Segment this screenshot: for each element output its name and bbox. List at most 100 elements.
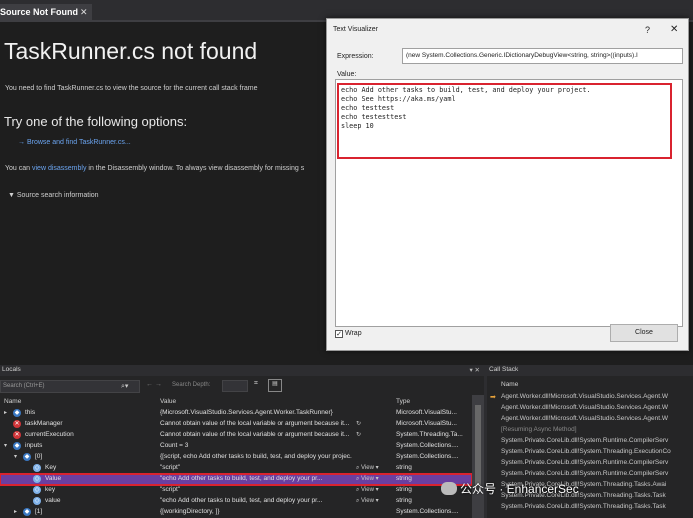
call-stack-frame[interactable]: System.Private.CoreLib.dll!System.Runtim… bbox=[487, 458, 693, 469]
disassembly-suffix: in the Disassembly window. To always vie… bbox=[86, 165, 305, 172]
browse-find-link[interactable]: → Browse and find TaskRunner.cs... bbox=[18, 139, 131, 146]
error-icon: ✕ bbox=[13, 420, 21, 428]
close-tab-icon[interactable]: ✕ bbox=[80, 7, 88, 18]
help-icon[interactable]: ? bbox=[645, 25, 650, 35]
column-value[interactable]: Value bbox=[160, 398, 176, 405]
table-row[interactable]: ◇ Key "script" ⌕ View ▾ string bbox=[0, 463, 472, 474]
locals-row-selected[interactable]: ◇ Value "echo Add other tasks to build, te… bbox=[0, 473, 473, 486]
cell-type: System.Threading.Ta... bbox=[396, 431, 463, 438]
search-icon[interactable]: ⌕▾ bbox=[121, 382, 128, 391]
frame-label: System.Private.CoreLib.dll!System.Runtim… bbox=[501, 470, 669, 477]
frame-label: Agent.Worker.dll!Microsoft.VisualStudio.… bbox=[501, 404, 669, 411]
table-row[interactable]: ◇ key "script" ⌕ View ▾ string bbox=[0, 485, 472, 496]
call-stack-frame[interactable]: Agent.Worker.dll!Microsoft.VisualStudio.… bbox=[487, 403, 693, 414]
wrap-label: Wrap bbox=[345, 330, 362, 337]
view-visualizer-button[interactable]: ⌕ View ▾ bbox=[356, 464, 379, 472]
call-stack-frame[interactable]: System.Private.CoreLib.dll!System.Runtim… bbox=[487, 469, 693, 480]
variable-icon: ◆ bbox=[13, 442, 21, 450]
cell-value[interactable]: "script" bbox=[160, 486, 382, 493]
close-icon[interactable]: ✕ bbox=[670, 24, 678, 35]
cell-value[interactable]: "script" bbox=[160, 464, 382, 471]
locals-column-headers: Name Value Type bbox=[0, 397, 484, 407]
locals-panel: Locals ▾ ✕ Search (Ctrl+E) ⌕▾ ← → Search … bbox=[0, 365, 484, 518]
expand-toggle-icon[interactable]: ▾ bbox=[4, 442, 7, 449]
columns-icon[interactable]: ▤ bbox=[268, 379, 282, 392]
search-depth-dropdown[interactable] bbox=[222, 380, 248, 392]
search-input[interactable]: Search (Ctrl+E) ⌕▾ bbox=[0, 380, 140, 393]
table-row[interactable]: ▸ ◆ [1] {[workingDirectory, ]} System.Collec… bbox=[0, 507, 472, 518]
call-stack-column-name[interactable]: Name bbox=[501, 381, 518, 388]
table-row[interactable]: ▸ ◆ this {Microsoft.VisualStudio.Services.A… bbox=[0, 408, 472, 419]
locals-title-bar: Locals ▾ ✕ bbox=[0, 365, 484, 376]
expand-toggle-icon[interactable]: ▾ bbox=[14, 453, 17, 460]
locals-scrollbar[interactable] bbox=[472, 395, 484, 518]
cell-value[interactable]: {[script, echo Add other tasks to build,… bbox=[160, 453, 352, 460]
expression-field[interactable]: (new System.Collections.Generic.IDiction… bbox=[402, 48, 683, 64]
call-stack-frame[interactable]: System.Private.CoreLib.dll!System.Runtim… bbox=[487, 436, 693, 447]
table-row[interactable]: ◇ value "echo Add other tasks to build, te… bbox=[0, 496, 472, 507]
view-visualizer-button[interactable]: ↻ bbox=[356, 420, 361, 427]
page-title: TaskRunner.cs not found bbox=[4, 38, 258, 64]
variable-icon: ◆ bbox=[23, 508, 31, 516]
variable-icon: ◆ bbox=[13, 409, 21, 417]
source-search-info-expander[interactable]: ▼ Source search information bbox=[8, 192, 99, 199]
scrollbar-thumb[interactable] bbox=[475, 405, 481, 485]
value-text-highlight[interactable]: echo Add other tasks to build, test, and… bbox=[337, 83, 672, 159]
pin-icon[interactable]: ⇔ bbox=[69, 8, 76, 15]
cell-value[interactable]: "echo Add other tasks to build, test, an… bbox=[160, 475, 382, 482]
cell-value[interactable]: {Microsoft.VisualStudio.Services.Agent.W… bbox=[160, 409, 382, 416]
table-row[interactable]: ▾ ◆ [0] {[script, echo Add other tasks to b… bbox=[0, 452, 472, 463]
disassembly-prefix: You can bbox=[5, 165, 32, 172]
cell-value[interactable]: {[workingDirectory, ]} bbox=[160, 508, 382, 515]
error-icon: ✕ bbox=[13, 431, 21, 439]
tab-label: Source Not Found bbox=[0, 7, 78, 17]
view-visualizer-button[interactable]: ↻ bbox=[356, 431, 361, 438]
cell-name: key bbox=[45, 486, 56, 493]
call-stack-frame[interactable]: ➡ Agent.Worker.dll!Microsoft.VisualStudio… bbox=[487, 392, 693, 403]
call-stack-frame[interactable]: System.Private.CoreLib.dll!System.Thread… bbox=[487, 447, 693, 458]
text-visualizer-dialog: Text Visualizer ? ✕ Expression: (new Sys… bbox=[326, 18, 689, 351]
cell-value[interactable]: Cannot obtain value of the local variabl… bbox=[160, 431, 352, 438]
expand-toggle-icon[interactable]: ▸ bbox=[14, 508, 17, 515]
vs-debugger-window: Source Not Found ⇔ ✕ TaskRunner.cs not f… bbox=[0, 0, 693, 518]
wrap-checkbox[interactable]: ✓ Wrap bbox=[335, 330, 362, 338]
cell-type: Microsoft.VisualStu... bbox=[396, 420, 457, 427]
call-stack-frame[interactable]: System.Private.CoreLib.dll!System.Thread… bbox=[487, 502, 693, 513]
cell-name: currentExecution bbox=[25, 431, 74, 438]
locals-title: Locals bbox=[2, 366, 21, 373]
frame-label: System.Private.CoreLib.dll!System.Runtim… bbox=[501, 459, 669, 466]
table-row[interactable]: ▾ ◆ inputs Count = 3 System.Collections.... bbox=[0, 441, 472, 452]
checkbox-check-icon[interactable]: ✓ bbox=[335, 330, 343, 338]
cell-type: System.Collections.... bbox=[396, 453, 459, 460]
cell-type: string bbox=[396, 497, 412, 504]
search-placeholder: Search (Ctrl+E) bbox=[3, 383, 45, 389]
tab-source-not-found[interactable]: Source Not Found ⇔ ✕ bbox=[0, 4, 92, 22]
call-stack-frame[interactable]: [Resuming Async Method] bbox=[487, 425, 693, 436]
cell-name: this bbox=[25, 409, 36, 416]
cell-value[interactable]: Count = 3 bbox=[160, 442, 382, 449]
close-button[interactable]: Close bbox=[610, 324, 678, 342]
view-visualizer-button[interactable]: ⌕ View ▾ bbox=[356, 486, 379, 494]
table-row[interactable]: ✕ taskManager Cannot obtain value of the l… bbox=[0, 419, 472, 430]
call-stack-frame[interactable]: Agent.Worker.dll!Microsoft.VisualStudio.… bbox=[487, 414, 693, 425]
frame-label: System.Private.CoreLib.dll!System.Thread… bbox=[501, 448, 671, 455]
cell-type: System.Collections.... bbox=[396, 442, 459, 449]
view-visualizer-button[interactable]: ⌕ View ▾ bbox=[356, 497, 379, 505]
cell-value[interactable]: "echo Add other tasks to build, test, an… bbox=[160, 497, 382, 504]
dialog-title: Text Visualizer bbox=[333, 26, 379, 33]
cell-type: Microsoft.VisualStu... bbox=[396, 409, 457, 416]
cell-value[interactable]: Cannot obtain value of the local variabl… bbox=[160, 420, 352, 427]
column-name[interactable]: Name bbox=[4, 398, 21, 405]
column-type[interactable]: Type bbox=[396, 398, 410, 405]
view-disassembly-link[interactable]: view disassembly bbox=[32, 165, 86, 172]
frame-label: Agent.Worker.dll!Microsoft.VisualStudio.… bbox=[501, 393, 669, 400]
table-row[interactable]: ✕ currentExecution Cannot obtain value of … bbox=[0, 430, 472, 441]
panel-controls[interactable]: ▾ ✕ bbox=[469, 366, 480, 374]
expand-toggle-icon[interactable]: ▸ bbox=[4, 409, 7, 416]
hex-display-icon[interactable]: ⌗ bbox=[254, 380, 258, 388]
cell-name: value bbox=[45, 497, 61, 504]
nav-arrows-icon[interactable]: ← → bbox=[146, 381, 162, 388]
view-visualizer-button[interactable]: ⌕ View ▾ bbox=[356, 475, 379, 483]
cell-name: [0] bbox=[35, 453, 43, 460]
source-not-found-document: Source Not Found ⇔ ✕ TaskRunner.cs not f… bbox=[0, 0, 693, 362]
